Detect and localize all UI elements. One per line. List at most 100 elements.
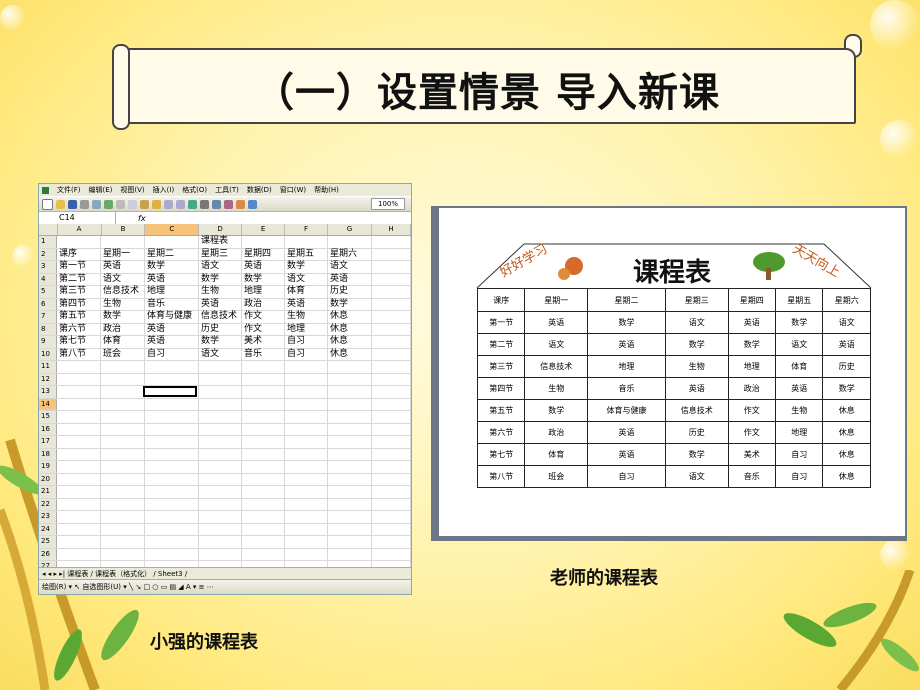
column-header[interactable]: B [102,224,146,235]
column-header[interactable]: C [145,224,200,235]
row-header[interactable]: 3 [39,261,57,273]
menu-view[interactable]: 视图(V) [120,185,144,195]
spreadsheet-cell[interactable] [372,386,411,398]
spreadsheet-cell[interactable] [328,498,372,510]
sort-desc-icon[interactable] [224,199,233,209]
spreadsheet-cell[interactable] [199,398,242,410]
spreadsheet-cell[interactable] [372,348,411,360]
spreadsheet-cell[interactable] [101,398,145,410]
spreadsheet-cell[interactable] [57,386,101,398]
column-header[interactable]: A [58,224,102,235]
spreadsheet-cell[interactable] [57,398,101,410]
spreadsheet-cell[interactable]: 英语 [145,273,199,285]
spreadsheet-cell[interactable] [242,448,285,460]
hyperlink-icon[interactable] [188,199,197,209]
spreadsheet-cell[interactable]: 英语 [242,261,285,273]
spreadsheet-cell[interactable]: 休息 [328,311,372,323]
row-header[interactable]: 14 [39,398,57,410]
drawing-icon[interactable] [248,199,257,209]
spreadsheet-cell[interactable] [328,473,372,485]
format-painter-icon[interactable] [152,199,161,209]
row-header[interactable]: 22 [39,498,57,510]
spreadsheet-cell[interactable] [242,536,285,548]
spreadsheet-cell[interactable]: 政治 [101,323,145,335]
spreadsheet-cell[interactable]: 地理 [145,286,199,298]
menu-edit[interactable]: 编辑(E) [89,185,113,195]
spreadsheet-cell[interactable]: 星期四 [242,248,285,260]
spreadsheet-cell[interactable] [57,511,101,523]
spreadsheet-cell[interactable] [57,373,101,385]
spreadsheet-cell[interactable] [199,486,242,498]
spreadsheet-cell[interactable] [57,473,101,485]
spreadsheet-cell[interactable] [285,411,328,423]
spreadsheet-cell[interactable] [372,361,411,373]
spreadsheet-cell[interactable] [101,423,145,435]
spreadsheet-cell[interactable] [199,498,242,510]
spreadsheet-cell[interactable] [242,423,285,435]
spreadsheet-cell[interactable] [242,473,285,485]
spreadsheet-cell[interactable]: 数学 [145,261,199,273]
spreadsheet-cell[interactable] [328,548,372,560]
paste-icon[interactable] [140,199,149,209]
spreadsheet-cell[interactable] [372,511,411,523]
row-header[interactable]: 24 [39,523,57,535]
spreadsheet-cell[interactable]: 课程表 [199,236,242,248]
autosum-icon[interactable] [200,199,209,209]
row-header[interactable]: 7 [39,311,57,323]
spreadsheet-cell[interactable] [328,461,372,473]
row-header[interactable]: 19 [39,461,57,473]
zoom-select[interactable]: 100% [370,198,405,210]
menu-file[interactable]: 文件(F) [57,185,81,195]
spreadsheet-cell[interactable] [372,548,411,560]
spreadsheet-cell[interactable]: 英语 [145,336,199,348]
spreadsheet-cell[interactable]: 信息技术 [101,286,145,298]
spreadsheet-cell[interactable] [372,298,411,310]
row-header[interactable]: 23 [39,511,57,523]
spreadsheet-cell[interactable] [145,461,199,473]
spreadsheet-cell[interactable] [101,536,145,548]
spreadsheet-cell[interactable]: 第四节 [57,298,101,310]
row-header[interactable]: 10 [39,348,57,360]
spreadsheet-cell[interactable] [372,236,411,248]
spreadsheet-cell[interactable] [199,373,242,385]
spreadsheet-cell[interactable]: 生物 [285,311,328,323]
spreadsheet-cell[interactable]: 班会 [101,348,145,360]
undo-icon[interactable] [164,199,173,209]
spreadsheet-cell[interactable] [285,536,328,548]
copy-icon[interactable] [128,199,137,209]
spreadsheet-cell[interactable] [285,386,328,398]
spreadsheet-cell[interactable] [372,473,411,485]
new-icon[interactable] [42,198,53,210]
spreadsheet-cell[interactable]: 第二节 [57,273,101,285]
spreadsheet-cell[interactable] [199,386,242,398]
spreadsheet-cell[interactable]: 生物 [101,298,145,310]
spreadsheet-cell[interactable]: 数学 [101,311,145,323]
spreadsheet-cell[interactable]: 第五节 [57,311,101,323]
spreadsheet-cell[interactable]: 数学 [242,273,285,285]
spreadsheet-cell[interactable]: 星期三 [199,248,242,260]
row-header[interactable]: 15 [39,411,57,423]
spreadsheet-cell[interactable] [285,473,328,485]
spreadsheet-cell[interactable]: 历史 [199,323,242,335]
name-box[interactable]: C14 [39,212,116,224]
spreadsheet-cell[interactable]: 星期一 [101,248,145,260]
spreadsheet-cell[interactable]: 第六节 [57,323,101,335]
spreadsheet-cell[interactable] [242,373,285,385]
spreadsheet-cell[interactable] [199,536,242,548]
spreadsheet-grid[interactable]: ABCDEFGH 1 课程表 2 课序 星期一 星期二 星期三 星期四 星期五 星期六 3 第一节 英语… [39,224,411,594]
spreadsheet-cell[interactable] [328,236,372,248]
spreadsheet-cell[interactable] [199,361,242,373]
spreadsheet-cell[interactable] [145,361,199,373]
spreadsheet-cell[interactable]: 英语 [101,261,145,273]
spreadsheet-cell[interactable]: 语文 [285,273,328,285]
spreadsheet-cell[interactable] [57,486,101,498]
spreadsheet-cell[interactable] [145,448,199,460]
spreadsheet-cell[interactable] [372,448,411,460]
spreadsheet-cell[interactable]: 第七节 [57,336,101,348]
spreadsheet-cell[interactable] [145,411,199,423]
menu-format[interactable]: 格式(O) [182,185,207,195]
open-icon[interactable] [56,199,65,209]
redo-icon[interactable] [176,199,185,209]
spreadsheet-cell[interactable]: 英语 [328,273,372,285]
spreadsheet-cell[interactable] [199,461,242,473]
